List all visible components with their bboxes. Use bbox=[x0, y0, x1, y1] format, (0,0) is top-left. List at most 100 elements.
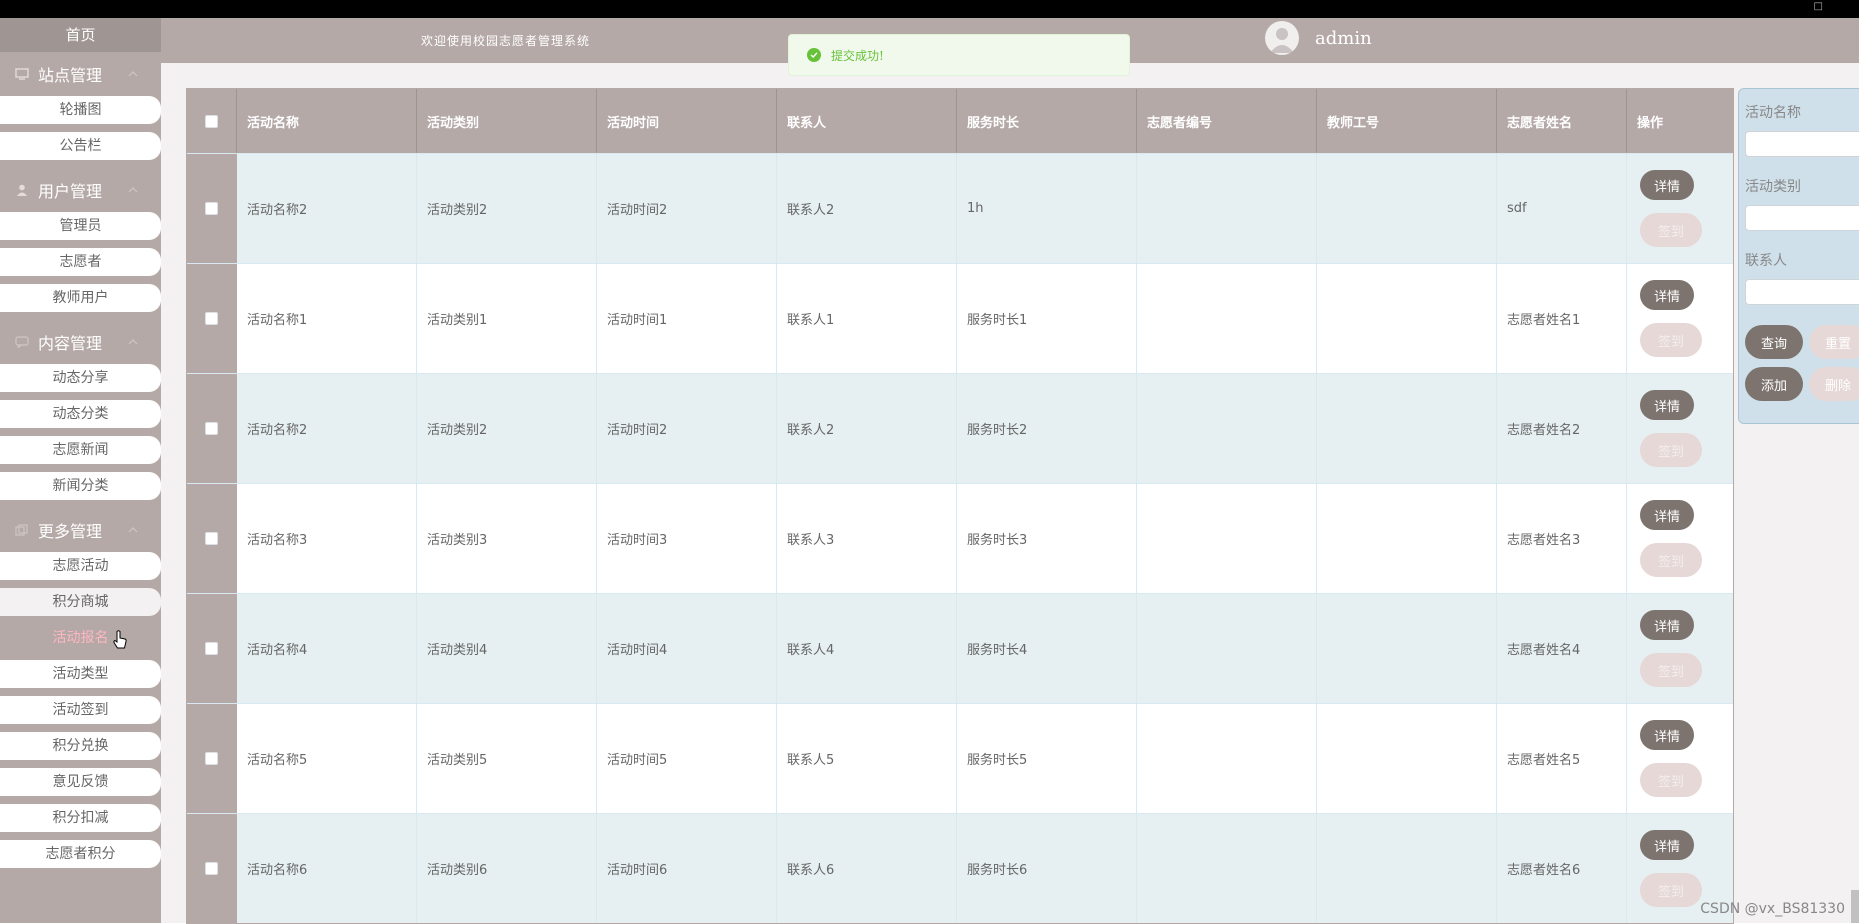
search-label-activity-type: 活动类别 bbox=[1745, 177, 1859, 197]
window-control-icon[interactable]: □ bbox=[1814, 1, 1823, 12]
row-checkbox[interactable] bbox=[205, 862, 218, 875]
table-body: 活动名称2活动类别2活动时间2联系人21hsdf详情签到活动名称1活动类别1活动… bbox=[187, 153, 1733, 923]
select-all-checkbox[interactable] bbox=[205, 115, 218, 128]
table-cell bbox=[1317, 154, 1497, 263]
sidebar-item-points-exchange[interactable]: 积分兑换 bbox=[0, 732, 161, 760]
sidebar-item-news-category[interactable]: 新闻分类 bbox=[0, 472, 161, 500]
sign-in-button[interactable]: 签到 bbox=[1640, 543, 1702, 577]
column-header[interactable]: 服务时长 bbox=[957, 89, 1137, 153]
column-header[interactable]: 联系人 bbox=[777, 89, 957, 153]
reset-button[interactable]: 重置 bbox=[1809, 325, 1859, 359]
table-row[interactable]: 活动名称6活动类别6活动时间6联系人6服务时长6志愿者姓名6详情签到 bbox=[187, 813, 1733, 923]
sidebar-item-admin[interactable]: 管理员 bbox=[0, 212, 161, 240]
sidebar-item-volunteer-news[interactable]: 志愿新闻 bbox=[0, 436, 161, 464]
activity-type-input[interactable] bbox=[1745, 205, 1859, 231]
add-button[interactable]: 添加 bbox=[1745, 367, 1803, 401]
sidebar-item-activity-checkin[interactable]: 活动签到 bbox=[0, 696, 161, 724]
table-cell bbox=[1317, 594, 1497, 703]
scrollbar-thumb[interactable] bbox=[1851, 890, 1859, 923]
column-header[interactable]: 志愿者姓名 bbox=[1497, 89, 1627, 153]
activity-name-input[interactable] bbox=[1745, 131, 1859, 157]
table-cell: 活动名称2 bbox=[237, 374, 417, 483]
detail-button[interactable]: 详情 bbox=[1640, 830, 1694, 860]
sidebar-item-volunteer-points[interactable]: 志愿者积分 bbox=[0, 840, 161, 868]
sidebar-item-volunteer[interactable]: 志愿者 bbox=[0, 248, 161, 276]
group-title: 站点管理 bbox=[38, 62, 102, 86]
sidebar-item-dynamic-category[interactable]: 动态分类 bbox=[0, 400, 161, 428]
sign-in-button[interactable]: 签到 bbox=[1640, 323, 1702, 357]
table-row[interactable]: 活动名称3活动类别3活动时间3联系人3服务时长3志愿者姓名3详情签到 bbox=[187, 483, 1733, 593]
username[interactable]: admin bbox=[1315, 28, 1372, 49]
column-header[interactable]: 教师工号 bbox=[1317, 89, 1497, 153]
table-cell: 活动时间4 bbox=[597, 594, 777, 703]
table-cell bbox=[1137, 154, 1317, 263]
sidebar-item-dynamic-share[interactable]: 动态分享 bbox=[0, 364, 161, 392]
avatar[interactable] bbox=[1265, 21, 1299, 55]
table-cell: 活动时间2 bbox=[597, 374, 777, 483]
table-cell: 活动类别2 bbox=[417, 154, 597, 263]
sign-in-button[interactable]: 签到 bbox=[1640, 653, 1702, 687]
sidebar-item-activity-type[interactable]: 活动类型 bbox=[0, 660, 161, 688]
sidebar-item-teacher[interactable]: 教师用户 bbox=[0, 284, 161, 312]
detail-button[interactable]: 详情 bbox=[1640, 720, 1694, 750]
group-more[interactable]: 更多管理 bbox=[0, 508, 161, 552]
table-row[interactable]: 活动名称4活动类别4活动时间4联系人4服务时长4志愿者姓名4详情签到 bbox=[187, 593, 1733, 703]
column-header[interactable]: 志愿者编号 bbox=[1137, 89, 1317, 153]
sidebar-item-feedback[interactable]: 意见反馈 bbox=[0, 768, 161, 796]
table-row[interactable]: 活动名称5活动类别5活动时间5联系人5服务时长5志愿者姓名5详情签到 bbox=[187, 703, 1733, 813]
table-cell: 志愿者姓名5 bbox=[1497, 704, 1627, 813]
group-site[interactable]: 站点管理 bbox=[0, 52, 161, 96]
row-actions: 详情签到 bbox=[1627, 484, 1715, 593]
row-checkbox[interactable] bbox=[205, 532, 218, 545]
sidebar-item-points-mall[interactable]: 积分商城 bbox=[0, 588, 161, 616]
sidebar-item-carousel[interactable]: 轮播图 bbox=[0, 96, 161, 124]
table-cell: 活动名称4 bbox=[237, 594, 417, 703]
group-title: 用户管理 bbox=[38, 178, 102, 202]
sign-in-button[interactable]: 签到 bbox=[1640, 213, 1702, 247]
table-cell bbox=[1137, 814, 1317, 923]
table-cell: 1h bbox=[957, 154, 1137, 263]
table-cell: 服务时长4 bbox=[957, 594, 1137, 703]
column-header[interactable]: 活动名称 bbox=[237, 89, 417, 153]
table-cell: 服务时长5 bbox=[957, 704, 1137, 813]
row-checkbox[interactable] bbox=[205, 642, 218, 655]
table-row[interactable]: 活动名称1活动类别1活动时间1联系人1服务时长1志愿者姓名1详情签到 bbox=[187, 263, 1733, 373]
row-checkbox[interactable] bbox=[205, 422, 218, 435]
detail-button[interactable]: 详情 bbox=[1640, 500, 1694, 530]
column-header[interactable]: 活动时间 bbox=[597, 89, 777, 153]
row-select-cell bbox=[187, 704, 237, 813]
row-checkbox[interactable] bbox=[205, 312, 218, 325]
query-button[interactable]: 查询 bbox=[1745, 325, 1803, 359]
table-cell: 活动名称3 bbox=[237, 484, 417, 593]
group-content[interactable]: 内容管理 bbox=[0, 320, 161, 364]
table-row[interactable]: 活动名称2活动类别2活动时间2联系人21hsdf详情签到 bbox=[187, 153, 1733, 263]
sidebar-item-notice[interactable]: 公告栏 bbox=[0, 132, 161, 160]
sign-in-button[interactable]: 签到 bbox=[1640, 763, 1702, 797]
row-checkbox[interactable] bbox=[205, 202, 218, 215]
row-select-cell bbox=[187, 264, 237, 373]
column-header[interactable]: 活动类别 bbox=[417, 89, 597, 153]
table-cell: 志愿者姓名4 bbox=[1497, 594, 1627, 703]
table-cell: 活动类别6 bbox=[417, 814, 597, 923]
table-cell: 活动类别2 bbox=[417, 374, 597, 483]
row-select-cell bbox=[187, 814, 237, 923]
detail-button[interactable]: 详情 bbox=[1640, 170, 1694, 200]
detail-button[interactable]: 详情 bbox=[1640, 280, 1694, 310]
sidebar-item-points-deduct[interactable]: 积分扣减 bbox=[0, 804, 161, 832]
sidebar-item-volunteer-activity[interactable]: 志愿活动 bbox=[0, 552, 161, 580]
detail-button[interactable]: 详情 bbox=[1640, 610, 1694, 640]
table-cell: 活动时间3 bbox=[597, 484, 777, 593]
table-cell: 服务时长2 bbox=[957, 374, 1137, 483]
detail-button[interactable]: 详情 bbox=[1640, 390, 1694, 420]
sidebar-home[interactable]: 首页 bbox=[0, 18, 161, 52]
sidebar-item-activity-signup[interactable]: 活动报名 bbox=[0, 624, 161, 652]
table-row[interactable]: 活动名称2活动类别2活动时间2联系人2服务时长2志愿者姓名2详情签到 bbox=[187, 373, 1733, 483]
row-checkbox[interactable] bbox=[205, 752, 218, 765]
table-cell bbox=[1317, 814, 1497, 923]
table-cell: 服务时长3 bbox=[957, 484, 1137, 593]
sign-in-button[interactable]: 签到 bbox=[1640, 873, 1702, 907]
contact-input[interactable] bbox=[1745, 279, 1859, 305]
group-users[interactable]: 用户管理 bbox=[0, 168, 161, 212]
delete-button[interactable]: 删除 bbox=[1809, 367, 1859, 401]
sign-in-button[interactable]: 签到 bbox=[1640, 433, 1702, 467]
